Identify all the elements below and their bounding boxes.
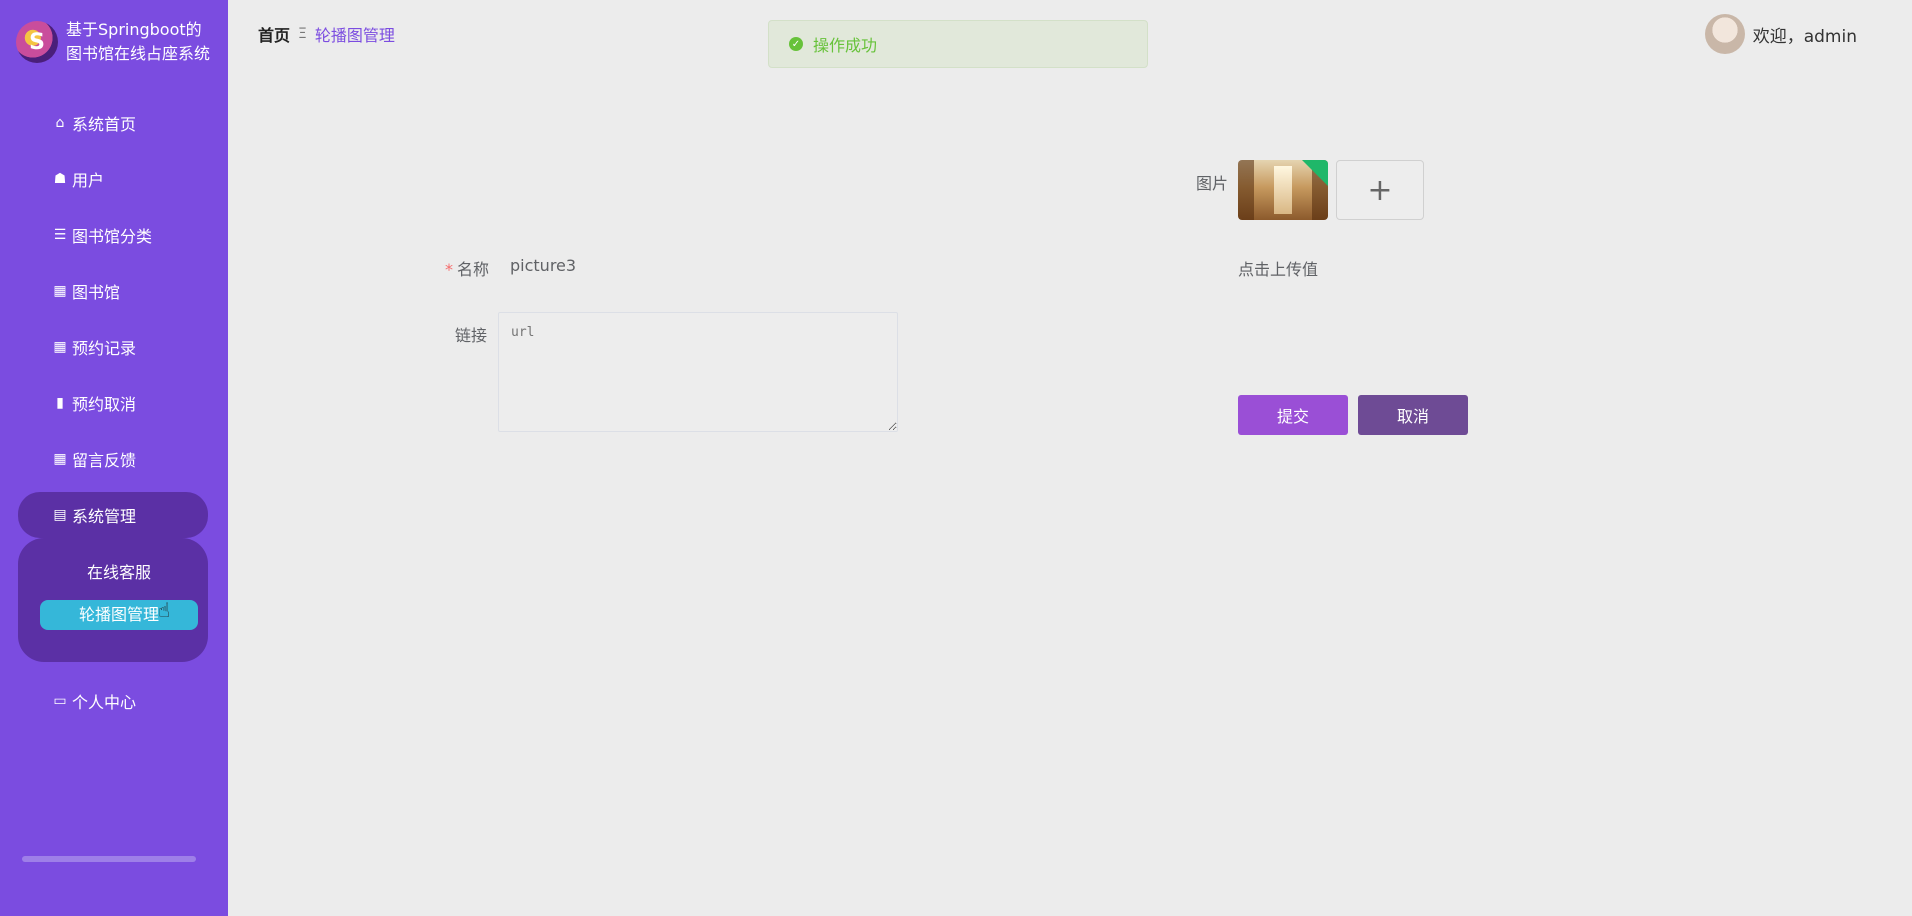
brand-title-line2: 图书馆在线占座系统 xyxy=(66,44,211,63)
sidebar-item-label: 用户 xyxy=(72,171,105,190)
system-management-submenu: 在线客服 轮播图管理 xyxy=(18,538,208,662)
sidebar-item-library-category[interactable]: ☰ 图书馆分类 xyxy=(18,212,208,258)
sidebar-item-label: 系统管理 xyxy=(72,507,137,526)
wallet-icon: ▭ xyxy=(53,693,67,709)
name-field[interactable]: picture3 xyxy=(510,256,576,275)
uploaded-picture-thumbnail[interactable] xyxy=(1238,160,1328,220)
sidebar-item-user[interactable]: ☗ 用户 xyxy=(18,156,208,202)
avatar[interactable] xyxy=(1704,14,1745,54)
bars-icon: ▮ xyxy=(56,395,64,411)
plus-icon: + xyxy=(1367,172,1393,208)
sidebar-item-label: 预约取消 xyxy=(72,395,137,414)
link-textarea[interactable] xyxy=(498,312,898,432)
upload-button[interactable]: + xyxy=(1336,160,1424,220)
sidebar-item-system-management[interactable]: ▤ 系统管理 xyxy=(18,492,208,538)
breadcrumb-separator-icon: Ξ xyxy=(298,26,307,42)
brand-title-line1: 基于Springboot的 xyxy=(66,20,202,39)
sidebar-bottom: ▭ 个人中心 xyxy=(18,678,208,734)
sidebar: S 基于Springboot的 图书馆在线占座系统 ⌂ 系统首页 ☗ 用户 ☰ … xyxy=(0,0,228,916)
home-icon: ⌂ xyxy=(55,115,65,131)
submenu-item-carousel-management[interactable]: 轮播图管理 xyxy=(40,600,198,630)
cancel-button[interactable]: 取消 xyxy=(1358,395,1468,435)
toast-text: 操作成功 xyxy=(813,36,878,55)
sidebar-item-label: 图书馆分类 xyxy=(72,227,153,246)
sidebar-item-label: 图书馆 xyxy=(72,283,121,302)
upload-hint: 点击上传值 xyxy=(1238,260,1319,279)
sidebar-item-label: 预约记录 xyxy=(72,339,137,358)
upload-success-corner-icon xyxy=(1302,160,1328,186)
sidebar-item-label: 系统首页 xyxy=(72,115,137,134)
clipboard-icon: ▤ xyxy=(53,507,67,523)
link-label: 链接 xyxy=(455,326,488,345)
submenu-item-online-service[interactable]: 在线客服 xyxy=(40,558,198,588)
picture-label: 图片 xyxy=(1196,174,1229,193)
sidebar-item-label: 留言反馈 xyxy=(72,451,137,470)
sidebar-item-feedback[interactable]: ▦ 留言反馈 xyxy=(18,436,208,482)
brand-title: 基于Springboot的 图书馆在线占座系统 xyxy=(66,18,216,66)
check-circle-icon: ✓ xyxy=(789,37,803,51)
sidebar-item-library[interactable]: ▦ 图书馆 xyxy=(18,268,208,314)
brand: S 基于Springboot的 图书馆在线占座系统 xyxy=(16,18,216,66)
user-icon: ☗ xyxy=(53,171,67,187)
breadcrumb-current: 轮播图管理 xyxy=(314,26,395,45)
grid-icon: ▦ xyxy=(53,339,67,355)
submit-button[interactable]: 提交 xyxy=(1238,395,1348,435)
grid-icon: ▦ xyxy=(53,283,67,299)
sidebar-item-reservation-records[interactable]: ▦ 预约记录 xyxy=(18,324,208,370)
sidebar-item-label: 个人中心 xyxy=(72,693,137,712)
sliders-icon: ☰ xyxy=(53,227,67,243)
sidebar-item-personal-center[interactable]: ▭ 个人中心 xyxy=(18,678,208,724)
hand-cursor-icon: ☝ xyxy=(158,598,171,622)
breadcrumb-home[interactable]: 首页 xyxy=(258,22,290,46)
sidebar-item-home[interactable]: ⌂ 系统首页 xyxy=(18,100,208,146)
required-mark: * xyxy=(445,260,453,279)
welcome-text: 欢迎，admin xyxy=(1752,26,1857,47)
name-label: * 名称 xyxy=(445,256,489,280)
grid-icon: ▦ xyxy=(53,451,67,467)
user-info: 欢迎，admin xyxy=(1704,14,1857,54)
name-label-text: 名称 xyxy=(457,260,490,279)
sidebar-menu: ⌂ 系统首页 ☗ 用户 ☰ 图书馆分类 ▦ 图书馆 ▦ 预约记录 ▮ 预约取消 … xyxy=(18,100,208,548)
sidebar-item-reservation-cancel[interactable]: ▮ 预约取消 xyxy=(18,380,208,426)
sidebar-scrollbar[interactable] xyxy=(22,856,196,862)
success-toast: ✓ 操作成功 xyxy=(768,20,1148,68)
breadcrumb: 首页 Ξ 轮播图管理 xyxy=(258,22,395,46)
logo-icon: S xyxy=(16,21,58,63)
